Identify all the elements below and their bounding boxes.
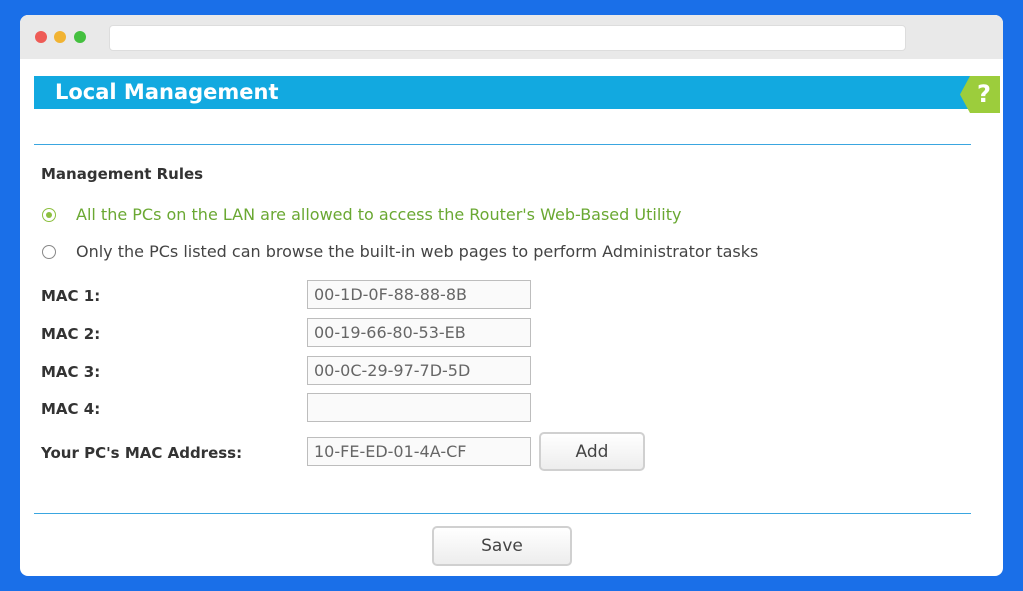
address-bar[interactable] (109, 25, 906, 51)
radio-option-listed-pcs[interactable]: Only the PCs listed can browse the built… (42, 242, 758, 261)
close-window-button[interactable] (35, 31, 47, 43)
top-divider (34, 144, 971, 145)
radio-button-selected[interactable] (42, 207, 56, 222)
minimize-window-button[interactable] (54, 31, 66, 43)
your-pc-mac-label: Your PC's MAC Address: (41, 444, 243, 462)
radio-label-all-pcs: All the PCs on the LAN are allowed to ac… (76, 205, 682, 224)
radio-label-listed-pcs: Only the PCs listed can browse the built… (76, 242, 759, 261)
mac-2-label: MAC 2: (41, 325, 101, 343)
your-pc-mac-input[interactable] (307, 437, 531, 466)
mac-1-input[interactable] (307, 280, 531, 309)
window-titlebar (20, 15, 1003, 59)
mac-3-input[interactable] (307, 356, 531, 385)
mac-3-label: MAC 3: (41, 363, 101, 381)
mac-4-label: MAC 4: (41, 400, 101, 418)
mac-4-input[interactable] (307, 393, 531, 422)
save-button[interactable]: Save (432, 526, 572, 566)
radio-button-unselected[interactable] (42, 244, 56, 259)
section-title: Management Rules (41, 165, 204, 183)
page-title: Local Management (34, 76, 971, 109)
radio-option-all-pcs[interactable]: All the PCs on the LAN are allowed to ac… (42, 205, 681, 224)
mac-2-input[interactable] (307, 318, 531, 347)
add-button[interactable]: Add (539, 432, 645, 471)
maximize-window-button[interactable] (74, 31, 86, 43)
browser-window: Local Management ? Management Rules All … (20, 15, 1003, 576)
mac-1-label: MAC 1: (41, 287, 101, 305)
bottom-divider (34, 513, 971, 514)
